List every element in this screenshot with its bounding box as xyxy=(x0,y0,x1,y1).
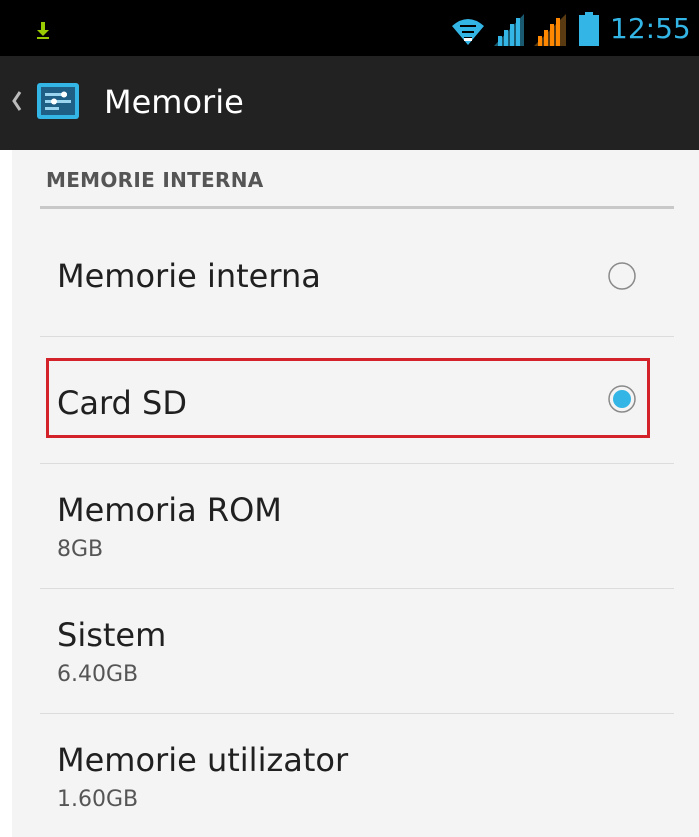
left-edge xyxy=(0,150,12,837)
radio-unchecked-icon[interactable] xyxy=(608,262,636,290)
option-label: Memorie interna xyxy=(57,257,321,295)
battery-icon xyxy=(579,12,599,46)
wifi-icon xyxy=(452,19,484,45)
section-divider xyxy=(40,206,674,209)
status-clock: 12:55 xyxy=(610,12,691,45)
back-icon[interactable] xyxy=(8,86,26,116)
signal-roaming-icon xyxy=(534,14,566,46)
download-icon xyxy=(37,22,49,39)
info-title: Memoria ROM xyxy=(57,491,282,529)
info-value: 1.60GB xyxy=(57,787,139,812)
status-bar: 12:55 xyxy=(0,0,699,56)
storage-settings-icon[interactable] xyxy=(36,82,80,120)
info-title: Memorie utilizator xyxy=(57,741,349,779)
option-memorie-interna[interactable]: Memorie interna xyxy=(40,210,674,336)
selection-highlight xyxy=(46,358,650,438)
info-memoria-rom: Memoria ROM 8GB xyxy=(40,464,674,588)
section-header: MEMORIE INTERNA xyxy=(46,168,264,192)
info-sistem: Sistem 6.40GB xyxy=(40,589,674,713)
info-value: 8GB xyxy=(57,537,104,562)
signal-icon xyxy=(494,14,524,46)
action-bar: Memorie xyxy=(0,56,699,150)
info-memorie-utilizator: Memorie utilizator 1.60GB xyxy=(40,714,674,837)
info-value: 6.40GB xyxy=(57,662,139,687)
info-title: Sistem xyxy=(57,616,167,654)
page-title: Memorie xyxy=(104,83,244,121)
screen: 12:55 Memorie MEMORIE INTERNA Memorie in… xyxy=(0,0,699,837)
